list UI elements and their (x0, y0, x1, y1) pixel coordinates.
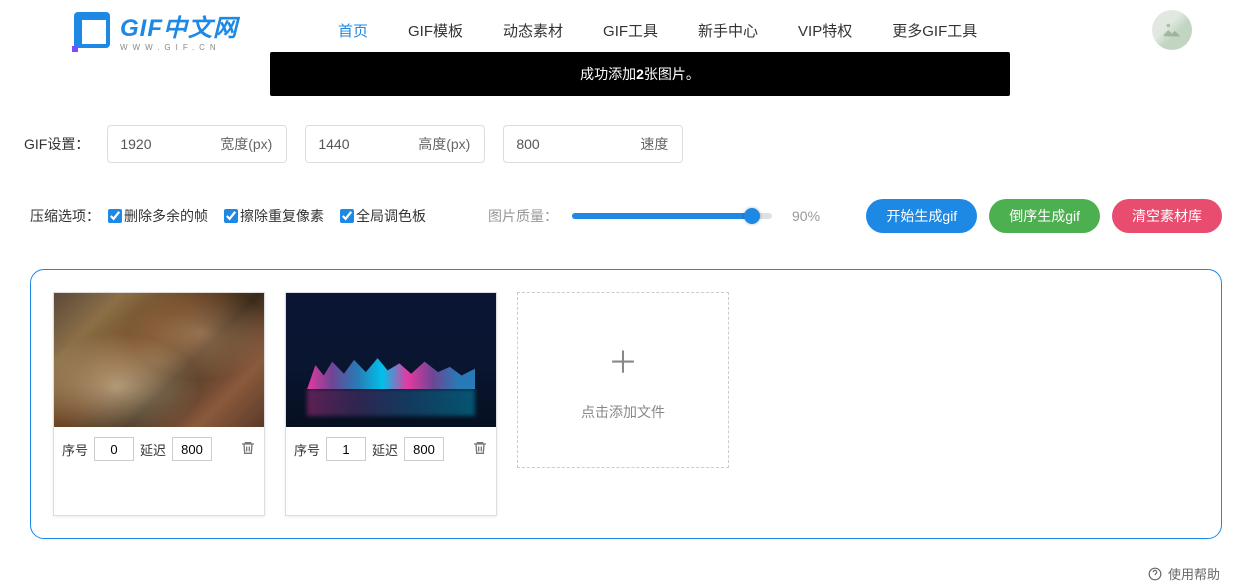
logo-main-text: GIF中文网 (120, 8, 238, 43)
seq-input-1[interactable] (326, 437, 366, 461)
settings-label: GIF设置： (24, 134, 89, 154)
thumbnail-1 (286, 293, 496, 427)
reverse-generate-button[interactable]: 倒序生成gif (989, 199, 1100, 233)
delay-label-1: 延迟 (372, 440, 398, 459)
quality-group: 图片质量： 90% (488, 206, 820, 226)
add-file-label: 点击添加文件 (581, 402, 665, 422)
seq-input-0[interactable] (94, 437, 134, 461)
nav-more[interactable]: 更多GIF工具 (892, 20, 977, 41)
header: GIF中文网 WWW.GIF.CN 首页 GIF模板 动态素材 GIF工具 新手… (0, 0, 1240, 60)
start-generate-button[interactable]: 开始生成gif (866, 199, 977, 233)
delete-icon-1[interactable] (472, 440, 488, 459)
seq-label-0: 序号 (62, 440, 88, 459)
quality-label: 图片质量： (488, 206, 558, 226)
speed-input[interactable] (516, 136, 586, 152)
nav-materials[interactable]: 动态素材 (503, 20, 563, 41)
check-remove-frames-box[interactable] (108, 209, 122, 223)
delay-input-0[interactable] (172, 437, 212, 461)
speed-input-group: 速度 (503, 125, 683, 163)
thumbnail-0 (54, 293, 264, 427)
seq-label-1: 序号 (294, 440, 320, 459)
check-global-palette-box[interactable] (340, 209, 354, 223)
logo-sub-text: WWW.GIF.CN (120, 43, 238, 52)
height-input[interactable] (318, 136, 388, 152)
help-icon (1148, 567, 1162, 581)
speed-suffix: 速度 (640, 134, 668, 154)
clear-materials-button[interactable]: 清空素材库 (1112, 199, 1222, 233)
plus-icon: ＋ (608, 338, 638, 382)
delay-input-1[interactable] (404, 437, 444, 461)
help-link[interactable]: 使用帮助 (1148, 564, 1220, 583)
width-input[interactable] (120, 136, 190, 152)
nav-beginner[interactable]: 新手中心 (698, 20, 758, 41)
compress-label: 压缩选项： (30, 206, 100, 226)
compress-checkboxes: 删除多余的帧 擦除重复像素 全局调色板 (108, 206, 426, 226)
nav-templates[interactable]: GIF模板 (408, 20, 463, 41)
logo-icon (70, 8, 114, 52)
logo-text: GIF中文网 WWW.GIF.CN (120, 8, 238, 52)
add-file-card[interactable]: ＋ 点击添加文件 (517, 292, 729, 468)
delete-icon-0[interactable] (240, 440, 256, 459)
options-row: 压缩选项： 删除多余的帧 擦除重复像素 全局调色板 图片质量： 90% 开始生成… (30, 199, 1222, 233)
nav-vip[interactable]: VIP特权 (798, 20, 852, 41)
card-controls-1: 序号 延迟 (286, 427, 496, 471)
width-suffix: 宽度(px) (220, 134, 272, 154)
height-input-group: 高度(px) (305, 125, 485, 163)
main-nav: 首页 GIF模板 动态素材 GIF工具 新手中心 VIP特权 更多GIF工具 (338, 20, 977, 41)
nav-home[interactable]: 首页 (338, 20, 368, 41)
check-erase-dupes[interactable]: 擦除重复像素 (224, 206, 324, 226)
quality-value: 90% (792, 208, 820, 224)
slider-fill (572, 213, 752, 219)
delay-label-0: 延迟 (140, 440, 166, 459)
toast-suffix: 张图片。 (644, 66, 700, 82)
toast-count: 2 (636, 66, 644, 82)
width-input-group: 宽度(px) (107, 125, 287, 163)
success-toast: 成功添加2张图片。 (270, 52, 1010, 96)
nav-tools[interactable]: GIF工具 (603, 20, 658, 41)
user-avatar[interactable] (1152, 10, 1192, 50)
materials-container: 序号 延迟 序号 延迟 ＋ 点击添加文件 (30, 269, 1222, 539)
logo[interactable]: GIF中文网 WWW.GIF.CN (70, 8, 238, 52)
action-buttons: 开始生成gif 倒序生成gif 清空素材库 (866, 199, 1222, 233)
gif-settings-row: GIF设置： 宽度(px) 高度(px) 速度 (24, 125, 1240, 163)
toast-prefix: 成功添加 (580, 66, 636, 82)
quality-slider[interactable] (572, 213, 772, 219)
help-text: 使用帮助 (1168, 564, 1220, 583)
check-erase-dupes-box[interactable] (224, 209, 238, 223)
material-card-0[interactable]: 序号 延迟 (53, 292, 265, 516)
check-global-palette[interactable]: 全局调色板 (340, 206, 426, 226)
card-controls-0: 序号 延迟 (54, 427, 264, 471)
material-card-1[interactable]: 序号 延迟 (285, 292, 497, 516)
slider-thumb[interactable] (744, 208, 760, 224)
check-remove-frames[interactable]: 删除多余的帧 (108, 206, 208, 226)
height-suffix: 高度(px) (418, 134, 470, 154)
